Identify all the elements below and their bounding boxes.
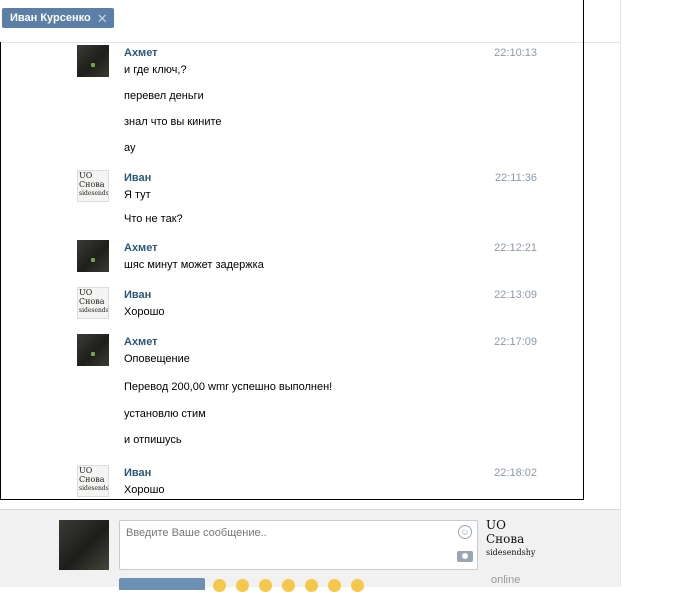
message-group: Ахмет 22:17:09 Оповещение Перевод 200,00 wm… [77, 334, 547, 454]
my-avatar[interactable] [59, 520, 109, 570]
avatar-sketch-text: Снова [79, 297, 105, 306]
message-input[interactable]: Введите Ваше сообщение.. ☺ [119, 520, 478, 570]
avatar-sketch-text: UO [79, 288, 93, 297]
online-status: online [491, 574, 521, 586]
message-text: знал что вы кините [124, 116, 222, 128]
author-avatar[interactable] [77, 334, 109, 366]
author-avatar[interactable] [77, 45, 109, 77]
author-avatar[interactable] [77, 240, 109, 272]
smile-icon[interactable]: ☺ [458, 525, 472, 539]
peer-avatar-line: UO [486, 518, 506, 532]
message-history[interactable]: Ахмет 22:10:13 и где ключ,? перевел деньги з… [0, 43, 583, 499]
avatar-sketch-text: UO [79, 171, 93, 180]
camera-icon[interactable] [457, 551, 473, 562]
message-author[interactable]: Иван [124, 467, 151, 479]
message-author[interactable]: Иван [124, 172, 151, 184]
close-icon[interactable]: ✕ [97, 12, 108, 25]
author-avatar[interactable]: UOСноваsidesendshy [77, 287, 109, 319]
message-text: Что не так? [124, 213, 183, 225]
message-time[interactable]: 22:10:13 [494, 47, 537, 59]
avatar-sketch-text: Снова [79, 180, 105, 189]
avatar-sketch-text: UO [79, 466, 93, 475]
avatar-sketch-text: Снова [79, 475, 105, 484]
message-time[interactable]: 22:12:21 [494, 242, 537, 254]
dialog-tab[interactable]: Иван Курсенко ✕ [2, 8, 114, 28]
message-author[interactable]: Ахмет [124, 47, 158, 59]
peer-avatar-line: Снова [486, 532, 525, 546]
message-text: Оповещение [124, 353, 190, 365]
avatar-sketch-text: sidesendshy [79, 485, 109, 492]
message-time[interactable]: 22:17:09 [494, 336, 537, 348]
message-group: Ахмет 22:10:13 и где ключ,? перевел деньги з… [77, 45, 547, 165]
message-text: шяс минут может задержка [124, 259, 264, 271]
peer-avatar-line: sidesendshy [486, 548, 536, 557]
message-text: Хорошо [124, 484, 165, 496]
message-time[interactable]: 22:13:09 [494, 289, 537, 301]
message-placeholder: Введите Ваше сообщение.. [126, 527, 267, 539]
peer-avatar[interactable]: UO Снова sidesendshy [486, 518, 538, 570]
send-button[interactable] [119, 578, 205, 590]
author-avatar[interactable]: UOСноваsidesendshy [77, 170, 109, 202]
message-text: и отпишусь [124, 434, 182, 446]
message-text: перевел деньги [124, 90, 204, 102]
frame-border [0, 42, 1, 500]
frame-border [0, 499, 584, 500]
message-time[interactable]: 22:11:36 [495, 172, 537, 184]
message-author[interactable]: Ахмет [124, 336, 158, 348]
message-text: Я тут [124, 189, 151, 201]
author-avatar[interactable]: UOСноваsidesendshy [77, 465, 109, 497]
message-time[interactable]: 22:18:02 [494, 467, 537, 479]
avatar-sketch-text: sidesendshy [79, 190, 109, 197]
dialog-tab-title: Иван Курсенко [10, 12, 91, 24]
dialog-tab-bar: Иван Курсенко ✕ [0, 0, 620, 43]
frame-border [583, 0, 584, 500]
message-text: и где ключ,? [124, 64, 187, 76]
message-author[interactable]: Иван [124, 289, 151, 301]
message-composer: Введите Ваше сообщение.. ☺ UO Снова side… [0, 509, 620, 592]
message-group: UOСноваsidesendshy Иван 22:18:02 Хорошо [77, 465, 547, 499]
message-text: Перевод 200,00 wmr успешно выполнен! [124, 381, 333, 393]
avatar-sketch-text: sidesendshy [79, 307, 109, 314]
message-text: ау [124, 142, 136, 154]
message-author[interactable]: Ахмет [124, 242, 158, 254]
message-text: Хорошо [124, 306, 165, 318]
message-text: установлю стим [124, 408, 206, 420]
right-empty-area [620, 0, 686, 586]
